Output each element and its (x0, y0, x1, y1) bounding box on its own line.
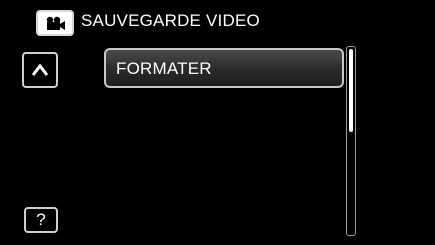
header: SAUVEGARDE VIDEO (0, 0, 435, 40)
video-camera-icon (36, 10, 74, 36)
help-button[interactable]: ? (24, 207, 58, 233)
menu-item-label: FORMATER (116, 59, 212, 78)
scroll-up-button[interactable] (22, 52, 58, 88)
scroll-thumb[interactable] (349, 49, 353, 132)
page-title: SAUVEGARDE VIDEO (81, 11, 260, 30)
chevron-up-icon (31, 63, 49, 76)
scrollbar[interactable] (346, 46, 356, 236)
menu-item-formater[interactable]: FORMATER (104, 48, 344, 88)
